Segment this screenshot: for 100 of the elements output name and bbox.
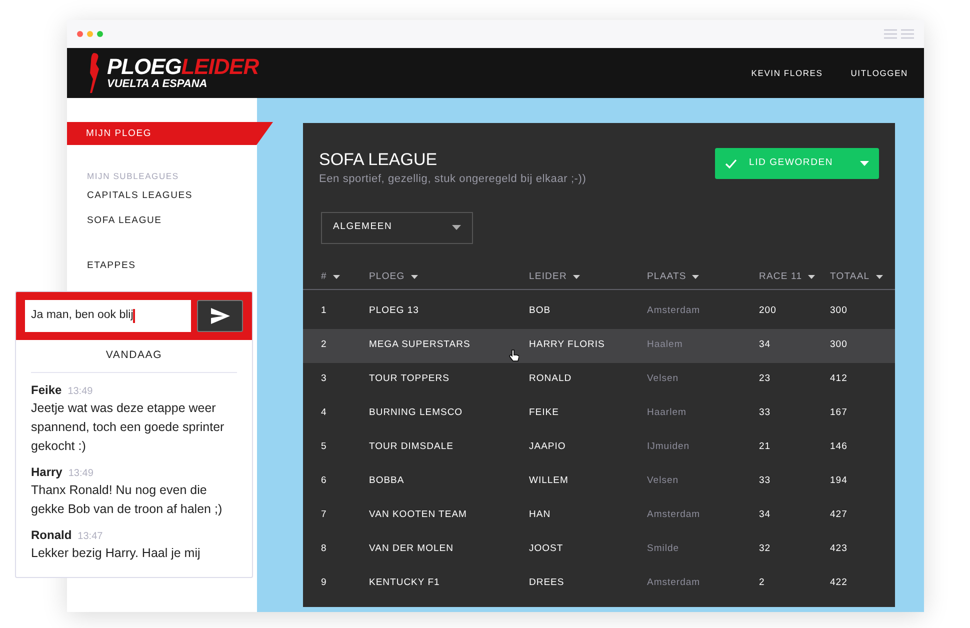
checkmark-icon [725, 158, 737, 168]
table-cell: 32 [759, 543, 771, 554]
nav-item[interactable]: ETAPPES [67, 253, 257, 278]
table-cell: 8 [321, 543, 327, 554]
sort-icon[interactable] [876, 275, 883, 279]
table-cell: 422 [830, 577, 848, 588]
table-cell: Haarlem [647, 407, 686, 418]
table-cell: 3 [321, 373, 327, 384]
table-row[interactable]: 4 BURNING LEMSCO FEIKE Haarlem 33 167 [303, 396, 895, 430]
sort-icon[interactable] [808, 275, 816, 279]
logo-wordmark[interactable]: PLOEGLEIDER [107, 56, 259, 78]
table-cell: Amsterdam [647, 509, 700, 520]
table-cell: KENTUCKY F1 [369, 577, 440, 588]
table-cell: 34 [759, 509, 771, 520]
table-row[interactable]: 6 BOBBA WILLEM Velsen 33 194 [303, 464, 895, 498]
table-cell: 146 [830, 441, 848, 452]
table-cell: HAN [529, 509, 551, 520]
league-subtitle: Een sportief, gezellig, stuk ongeregeld bij elkaar ;-)) [319, 172, 586, 187]
message-text: Thanx Ronald! Nu nog even die gekke Bob van de troon af halen ;) [31, 482, 224, 518]
table-cell: WILLEM [529, 475, 568, 486]
table-cell: 423 [830, 543, 848, 554]
table-row[interactable]: 9 KENTUCKY F1 DREES Amsterdam 2 422 [303, 566, 895, 600]
nav-item[interactable]: MIJN PLOEG [67, 122, 273, 145]
table-cell: JOOST [529, 543, 564, 554]
caret-icon [860, 161, 869, 166]
message-author: Ronald [31, 526, 72, 544]
table-cell: IJmuiden [647, 441, 690, 452]
message-text: Jeetje wat was deze etappe weer spannend, toch een goede sprinter gekocht :) [31, 400, 226, 455]
table-row[interactable]: 7 VAN KOOTEN TEAM HAN Amsterdam 34 427 [303, 498, 895, 532]
table-cell: PLOEG 13 [369, 305, 419, 316]
message-author: Feike [31, 382, 62, 399]
table-cell: 6 [321, 475, 327, 486]
table-cell: 300 [830, 339, 848, 350]
table-cell: RONALD [529, 373, 572, 384]
table-cell: TOUR DIMSDALE [369, 441, 454, 452]
message-author: Harry [31, 464, 62, 481]
table-cell: 200 [759, 305, 776, 316]
table-cell: 34 [759, 339, 771, 350]
sort-icon[interactable] [410, 275, 418, 279]
table-cell: Smilde [647, 543, 680, 554]
table-cell: Amsterdam [647, 577, 700, 588]
table-cell: 412 [830, 373, 848, 384]
nav-item[interactable]: SOFA LEAGUE [67, 208, 257, 233]
table-cell: FEIKE [529, 407, 559, 418]
logo-subtitle: VUELTA A ESPANA [107, 79, 208, 90]
text-cursor [133, 309, 135, 323]
message-time: 13:49 [68, 466, 94, 481]
day-label: VANDAAG [31, 340, 237, 373]
table-row[interactable]: 5 TOUR DIMSDALE JAAPIO IJmuiden 21 146 [303, 430, 895, 464]
column-header[interactable]: PLOEG [369, 270, 405, 284]
table-row[interactable]: 8 VAN DER MOLEN JOOST Smilde 32 423 [303, 532, 895, 566]
nav-item[interactable]: CAPITALS LEAGUES [67, 183, 257, 208]
header-link[interactable]: UITLOGGEN [850, 66, 908, 80]
table-cell: 33 [759, 407, 771, 418]
caret-icon [452, 225, 461, 230]
table-cell: BURNING LEMSCO [369, 407, 463, 418]
message-time: 13:47 [78, 530, 103, 544]
table-cell: TOUR TOPPERS [369, 373, 450, 384]
sort-icon[interactable] [572, 275, 580, 279]
column-header[interactable]: RACE 11 [759, 270, 802, 284]
table-cell: 4 [321, 407, 327, 418]
table-cell: 7 [321, 509, 327, 520]
pointer-cursor-icon [509, 349, 519, 362]
message-input[interactable]: Ja man, ben ook blij [25, 300, 191, 332]
column-header[interactable]: # [321, 270, 327, 284]
table-row[interactable]: 1 PLOEG 13 BOB Amsterdam 200 300 [303, 294, 895, 328]
table-cell: HARRY FLORIS [529, 339, 605, 350]
message-time: 13:49 [68, 384, 93, 399]
table-cell: MEGA SUPERSTARS [369, 339, 470, 350]
sort-icon[interactable] [692, 275, 700, 279]
table-cell: 1 [321, 305, 327, 316]
table-cell: 194 [830, 475, 848, 486]
nav-heading: MIJN SUBLEAGUES [86, 170, 180, 183]
table-cell: 33 [759, 475, 771, 486]
header-link[interactable]: KEVIN FLORES [751, 66, 823, 80]
table-cell: 167 [830, 407, 848, 418]
table-cell: 300 [830, 305, 848, 316]
table-cell: DREES [529, 577, 564, 588]
column-header[interactable]: LEIDER [529, 270, 567, 284]
column-header[interactable]: PLAATS [647, 270, 686, 284]
league-title: SOFA LEAGUE [319, 149, 438, 171]
table-row[interactable]: 3 TOUR TOPPERS RONALD Velsen 23 412 [303, 362, 895, 396]
table-cell: 23 [759, 373, 771, 384]
table-cell: 2 [759, 577, 765, 588]
sort-icon[interactable] [332, 275, 340, 279]
table-cell: VAN DER MOLEN [369, 543, 454, 554]
send-button[interactable] [197, 300, 243, 332]
table-cell: BOBBA [369, 475, 404, 486]
table-cell: VAN KOOTEN TEAM [369, 509, 467, 520]
table-cell: Amsterdam [647, 305, 700, 316]
table-cell: BOB [529, 305, 551, 316]
table-row[interactable]: 2 MEGA SUPERSTARS HARRY FLORIS Haalem 34 300 [303, 328, 895, 362]
column-header[interactable]: TOTAAL [830, 270, 870, 284]
table-cell: 21 [759, 441, 771, 452]
table-cell: 2 [321, 339, 327, 350]
table-cell: 427 [830, 509, 848, 520]
message-text: Lekker bezig Harry. Haal je mij [31, 544, 202, 562]
filter-dropdown[interactable]: ALGEMEEN [321, 212, 473, 244]
table-cell: 9 [321, 577, 327, 588]
table-cell: Velsen [647, 475, 679, 486]
